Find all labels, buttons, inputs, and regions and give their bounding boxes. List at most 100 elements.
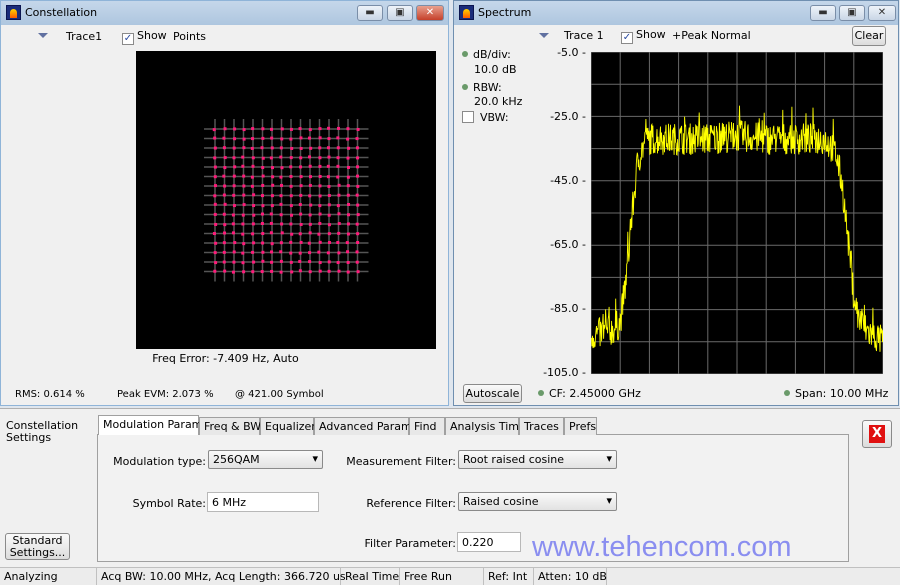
- constellation-point: [213, 175, 217, 179]
- show-checkbox[interactable]: ✓ Show: [122, 29, 167, 45]
- constellation-point: [242, 137, 246, 141]
- close-button[interactable]: ✕: [416, 5, 444, 21]
- trace-dropdown-icon[interactable]: [38, 33, 48, 38]
- constellation-point: [213, 136, 217, 140]
- constellation-point: [298, 259, 302, 263]
- constellation-point: [242, 242, 246, 246]
- constellation-point: [231, 222, 235, 226]
- constellation-point: [213, 251, 217, 255]
- constellation-point: [347, 213, 351, 217]
- constellation-point: [222, 146, 226, 150]
- cf-control[interactable]: CF: 2.45000 GHz: [538, 387, 641, 400]
- constellation-point: [356, 240, 360, 244]
- symbol-rate-label: Symbol Rate:: [132, 497, 206, 510]
- constellation-point: [346, 232, 350, 236]
- constellation-point: [270, 204, 274, 208]
- measurement-filter-select[interactable]: Root raised cosine: [458, 450, 617, 469]
- constellation-point: [261, 232, 265, 236]
- status-item: Atten: 10 dB: [534, 568, 607, 585]
- constellation-point: [290, 146, 294, 150]
- checkbox-icon: [462, 111, 474, 123]
- constellation-point: [251, 270, 255, 274]
- filter-parameter-input[interactable]: 0.220: [457, 532, 521, 552]
- tab-prefs[interactable]: Prefs: [564, 417, 597, 435]
- maximize-button[interactable]: ▣: [839, 5, 865, 21]
- freq-error: Freq Error: -7.409 Hz, Auto: [152, 352, 299, 365]
- constellation-point: [233, 165, 237, 169]
- minimize-button[interactable]: ▬: [810, 5, 836, 21]
- trace-dropdown-icon[interactable]: [539, 33, 549, 38]
- constellation-point: [299, 175, 303, 179]
- tab-equalizer[interactable]: Equalizer: [260, 417, 316, 435]
- knob-icon: [538, 390, 544, 396]
- constellation-point: [252, 204, 256, 208]
- constellation-point: [261, 259, 265, 263]
- constellation-point: [279, 155, 283, 159]
- constellation-point: [231, 213, 235, 217]
- constellation-point: [327, 126, 331, 130]
- symbol-rate-input[interactable]: 6 MHz: [207, 492, 319, 512]
- standard-settings-button[interactable]: Standard Settings...: [5, 533, 70, 560]
- clear-button[interactable]: Clear: [852, 26, 886, 46]
- constellation-point: [327, 194, 331, 198]
- tab-traces[interactable]: Traces: [519, 417, 564, 435]
- trace-label: Trace1: [66, 30, 103, 43]
- constellation-point: [346, 270, 350, 274]
- constellation-point: [270, 127, 274, 131]
- db-div-control[interactable]: dB/div:: [462, 48, 511, 61]
- constellation-point: [298, 203, 302, 207]
- constellation-point: [214, 222, 218, 226]
- span-control[interactable]: Span: 10.00 MHz: [784, 387, 888, 400]
- constellation-point: [347, 146, 351, 150]
- constellation-point: [308, 136, 312, 140]
- spectrum-titlebar: Spectrum ▬ ▣ ✕: [454, 1, 898, 25]
- constellation-point: [336, 136, 340, 140]
- constellation-point: [270, 146, 274, 150]
- constellation-point: [213, 194, 217, 198]
- tab-freq-bw[interactable]: Freq & BW: [199, 417, 261, 435]
- tab-advanced-params[interactable]: Advanced Params: [314, 417, 417, 435]
- vbw-checkbox[interactable]: VBW:: [462, 111, 509, 124]
- constellation-point: [336, 126, 340, 130]
- constellation-point: [222, 193, 226, 197]
- rbw-control[interactable]: RBW:: [462, 81, 502, 94]
- constellation-point: [252, 193, 256, 197]
- constellation-point: [271, 183, 275, 187]
- constellation-point: [241, 222, 245, 226]
- show-checkbox[interactable]: ✓ Show: [621, 28, 666, 44]
- constellation-point: [327, 241, 331, 245]
- autoscale-button[interactable]: Autoscale: [463, 384, 522, 403]
- tab-find[interactable]: Find: [409, 417, 445, 435]
- constellation-point: [279, 213, 283, 217]
- constellation-point: [251, 164, 255, 168]
- symbol-readout: @ 421.00 Symbol: [235, 389, 324, 400]
- tab-modulation-params[interactable]: Modulation Params: [98, 415, 208, 435]
- constellation-point: [346, 156, 350, 160]
- reference-filter-select[interactable]: Raised cosine: [458, 492, 617, 511]
- maximize-button[interactable]: ▣: [387, 5, 413, 21]
- constellation-point: [346, 222, 350, 226]
- display-mode[interactable]: Points: [173, 30, 206, 43]
- close-button[interactable]: ✕: [868, 5, 896, 21]
- constellation-point: [336, 204, 340, 208]
- constellation-point: [261, 136, 265, 140]
- constellation-point: [289, 260, 293, 264]
- modulation-type-select[interactable]: 256QAM: [208, 450, 323, 469]
- constellation-point: [222, 212, 226, 216]
- tab-analysis-time[interactable]: Analysis Time: [445, 417, 526, 435]
- constellation-point: [214, 241, 218, 245]
- constellation-point: [261, 156, 265, 160]
- minimize-button[interactable]: ▬: [357, 5, 383, 21]
- rbw-value: 20.0 kHz: [474, 95, 523, 108]
- constellation-point: [299, 193, 303, 197]
- constellation-point: [299, 156, 303, 160]
- constellation-point: [279, 270, 283, 274]
- close-settings-button[interactable]: X: [862, 420, 892, 448]
- constellation-point: [327, 269, 331, 273]
- constellation-point: [251, 250, 255, 254]
- constellation-point: [280, 137, 284, 141]
- constellation-point: [318, 164, 322, 168]
- status-item: Ref: Int: [484, 568, 534, 585]
- detector-mode[interactable]: +Peak Normal: [672, 29, 751, 42]
- constellation-point: [270, 194, 274, 198]
